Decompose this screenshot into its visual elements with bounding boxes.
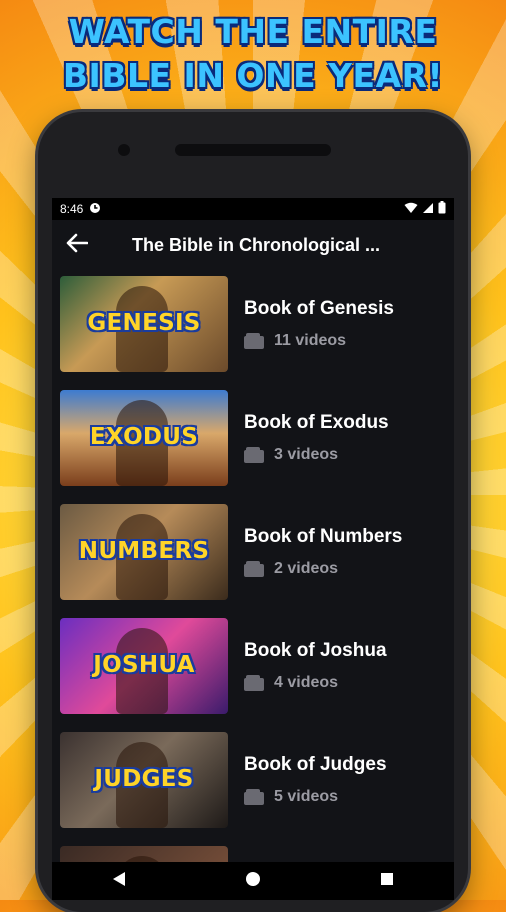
thumbnail-title: JUDGES bbox=[94, 766, 194, 792]
playlist-title[interactable]: Book of Numbers bbox=[244, 526, 402, 548]
video-count-text: 11 videos bbox=[274, 332, 347, 349]
playlist-info: Book of Joshua 4 videos bbox=[244, 640, 387, 692]
phone-frame: 8:46 The Bible in Chronological ... GENE… bbox=[38, 112, 468, 912]
battery-icon bbox=[438, 201, 446, 217]
video-count-text: 2 videos bbox=[274, 560, 339, 577]
nav-recents-button[interactable] bbox=[372, 866, 402, 896]
video-count: 2 videos bbox=[244, 560, 402, 578]
playlist-info: Book of Judges 5 videos bbox=[244, 754, 387, 806]
video-count: 4 videos bbox=[244, 674, 387, 692]
nav-back-button[interactable] bbox=[104, 866, 134, 896]
folder-icon bbox=[244, 333, 264, 349]
playlist-item-judges[interactable]: JUDGES Book of Judges 5 videos bbox=[60, 732, 454, 828]
square-recents-icon bbox=[380, 872, 394, 891]
thumbnail-title: GENESIS bbox=[87, 310, 201, 336]
wifi-icon bbox=[404, 202, 418, 217]
promo-headline-line1: WATCH THE ENTIRE bbox=[68, 12, 438, 51]
phone-screen: 8:46 The Bible in Chronological ... GENE… bbox=[52, 198, 454, 900]
playlist-item-joshua[interactable]: JOSHUA Book of Joshua 4 videos bbox=[60, 618, 454, 714]
playlist-thumbnail[interactable]: JOSHUA bbox=[60, 618, 228, 714]
playlist-info: Book of Exodus 3 videos bbox=[244, 412, 389, 464]
folder-icon bbox=[244, 675, 264, 691]
earpiece-speaker bbox=[175, 144, 331, 156]
notification-icon bbox=[89, 202, 101, 217]
thumbnail-title: EXODUS bbox=[89, 424, 199, 450]
thumbnail-title: NUMBERS bbox=[78, 538, 210, 564]
playlist-thumbnail[interactable]: EXODUS bbox=[60, 390, 228, 486]
playlist-title[interactable]: Book of Joshua bbox=[244, 640, 387, 662]
video-count-text: 4 videos bbox=[274, 674, 339, 691]
arrow-left-icon bbox=[66, 233, 89, 258]
playlist-info: Book of Genesis 11 videos bbox=[244, 298, 394, 350]
system-nav-bar bbox=[52, 862, 454, 900]
playlist-title[interactable]: Book of Genesis bbox=[244, 298, 394, 320]
folder-icon bbox=[244, 447, 264, 463]
folder-icon bbox=[244, 789, 264, 805]
video-count-text: 5 videos bbox=[274, 788, 339, 805]
playlist-title[interactable]: Book of Exodus bbox=[244, 412, 389, 434]
status-time: 8:46 bbox=[60, 202, 84, 216]
video-count: 11 videos bbox=[244, 332, 394, 350]
playlist-thumbnail[interactable]: NUMBERS bbox=[60, 504, 228, 600]
app-bar: The Bible in Chronological ... bbox=[52, 220, 454, 270]
triangle-back-icon bbox=[112, 871, 126, 892]
status-bar: 8:46 bbox=[52, 198, 454, 220]
promo-headline-line2: BIBLE IN ONE YEAR! bbox=[62, 56, 444, 95]
playlist-item-genesis[interactable]: GENESIS Book of Genesis 11 videos bbox=[60, 276, 454, 372]
playlist-title[interactable]: Book of Judges bbox=[244, 754, 387, 776]
circle-home-icon bbox=[245, 871, 261, 892]
thumbnail-title: JOSHUA bbox=[93, 652, 195, 678]
playlist-item-numbers[interactable]: NUMBERS Book of Numbers 2 videos bbox=[60, 504, 454, 600]
folder-icon bbox=[244, 561, 264, 577]
page-title: The Bible in Chronological ... bbox=[132, 234, 381, 255]
video-count: 3 videos bbox=[244, 446, 389, 464]
signal-icon bbox=[422, 202, 434, 217]
back-button[interactable] bbox=[62, 230, 92, 260]
front-camera bbox=[118, 144, 130, 156]
playlist-item-exodus[interactable]: EXODUS Book of Exodus 3 videos bbox=[60, 390, 454, 486]
nav-home-button[interactable] bbox=[238, 866, 268, 896]
video-count-text: 3 videos bbox=[274, 446, 339, 463]
playlist-list: GENESIS Book of Genesis 11 videos EXODUS… bbox=[52, 270, 454, 900]
video-count: 5 videos bbox=[244, 788, 387, 806]
playlist-thumbnail[interactable]: JUDGES bbox=[60, 732, 228, 828]
playlist-info: Book of Numbers 2 videos bbox=[244, 526, 402, 578]
playlist-thumbnail[interactable]: GENESIS bbox=[60, 276, 228, 372]
